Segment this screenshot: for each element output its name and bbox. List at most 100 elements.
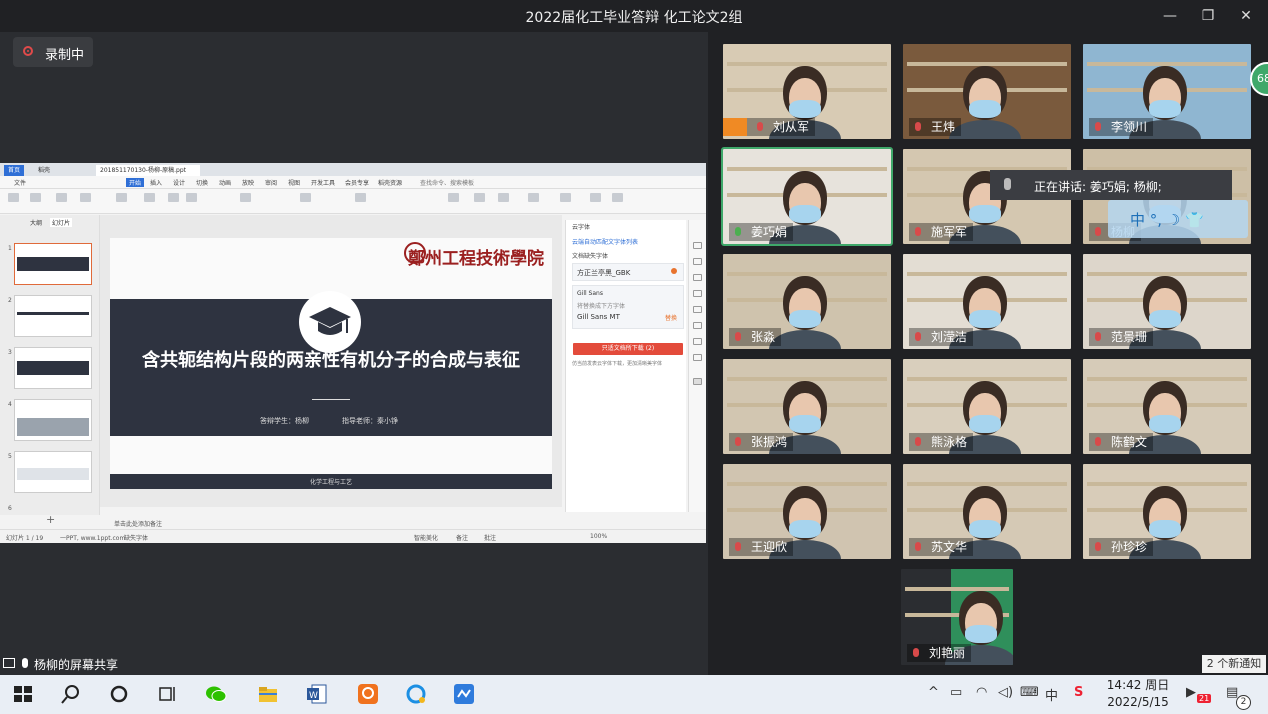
menu-insert[interactable]: 插入	[150, 178, 162, 187]
minimize-button[interactable]: —	[1160, 6, 1180, 26]
participant-video-tile[interactable]: 姜巧娟	[721, 147, 893, 246]
participant-video-tile[interactable]: 刘艳丽	[901, 569, 1013, 665]
chevron-up-icon[interactable]: ^	[928, 685, 939, 700]
file-explorer-icon[interactable]	[257, 683, 279, 705]
participant-video-tile[interactable]: 王迎欣	[723, 464, 891, 559]
participant-video-tile[interactable]: 范景珊	[1083, 254, 1251, 349]
windows-start-icon[interactable]	[12, 683, 34, 705]
menu-file[interactable]: 文件	[14, 178, 26, 187]
pdf-app-icon[interactable]	[357, 683, 379, 705]
participant-video-tile[interactable]: 张振鸿	[723, 359, 891, 454]
panel-subtitle[interactable]: 云端自动匹配文字体列表	[572, 237, 638, 246]
notes-button[interactable]: 备注	[456, 533, 468, 542]
system-clock[interactable]: 14:42 周日 2022/5/15	[1104, 677, 1172, 711]
smart-beautify-button[interactable]: 智能美化	[414, 533, 438, 542]
slide-thumbnail[interactable]	[14, 295, 92, 337]
paragraph-icon[interactable]	[355, 193, 366, 202]
ime-tray-icon[interactable]: 中	[1045, 685, 1058, 704]
missing-font-item[interactable]: Gill Sans 将替换成下方字体 Gill Sans MT 替换	[572, 285, 684, 329]
add-slide-icon[interactable]: +	[46, 513, 55, 526]
command-search[interactable]: 查找命令、搜索模板	[420, 178, 474, 187]
notification-toast[interactable]: 2 个新通知	[1202, 655, 1266, 673]
meeting-app-icon[interactable]	[453, 683, 475, 705]
align-icon[interactable]	[300, 193, 311, 202]
tool-icon[interactable]	[693, 242, 702, 249]
participant-video-tile[interactable]: 苏文华	[903, 464, 1071, 559]
textbox-icon[interactable]	[448, 193, 459, 202]
current-slide[interactable]: 鄭州工程技術學院 含共轭结构片段的两亲性有机分子的合成与表征 答辩学生：杨柳 指…	[110, 238, 552, 489]
participant-video-tile[interactable]: 孙珍珍	[1083, 464, 1251, 559]
restore-button[interactable]: ❐	[1198, 6, 1218, 26]
section-icon[interactable]	[168, 193, 179, 202]
paste-icon[interactable]	[8, 193, 19, 202]
play-icon[interactable]	[80, 193, 91, 202]
slide-thumbnail[interactable]	[14, 399, 92, 441]
panel-tab-slides[interactable]: 幻灯片	[50, 218, 73, 227]
download-fonts-button[interactable]: 只适文档所下载 (2)	[573, 343, 683, 355]
qq-browser-icon[interactable]	[405, 683, 427, 705]
menu-slideshow[interactable]: 放映	[242, 178, 254, 187]
wifi-icon[interactable]: ◠	[976, 685, 987, 700]
menu-start[interactable]: 开始	[126, 178, 145, 187]
slide-thumbnail[interactable]	[14, 347, 92, 389]
menu-member[interactable]: 会员专享	[345, 178, 369, 187]
tab-home[interactable]: 首页	[4, 165, 25, 176]
menu-review[interactable]: 审阅	[265, 178, 277, 187]
menu-view[interactable]: 视图	[288, 178, 300, 187]
tool-icon[interactable]	[693, 306, 702, 313]
new-slide-icon[interactable]	[116, 193, 127, 202]
task-view-icon[interactable]	[156, 683, 178, 705]
shape-icon[interactable]	[474, 193, 485, 202]
replace-link[interactable]: 替换	[665, 313, 677, 322]
comment-button[interactable]: 批注	[484, 533, 496, 542]
keyboard-icon[interactable]: ⌨	[1020, 685, 1039, 700]
screen-share-indicator[interactable]: 杨柳的屏幕共享	[0, 654, 124, 674]
missing-fonts-status[interactable]: 缺失字体	[124, 533, 148, 542]
notes-placeholder[interactable]: 单击此处添加备注	[114, 519, 162, 528]
participant-video-tile[interactable]: 王炜	[903, 44, 1071, 139]
tab-document[interactable]: 201851170130-杨柳-原稿.ppt	[96, 165, 200, 176]
battery-icon[interactable]: ▭	[950, 685, 962, 700]
menu-animation[interactable]: 动画	[219, 178, 231, 187]
arrange-icon[interactable]	[498, 193, 509, 202]
participant-video-tile[interactable]: 刘滢洁	[903, 254, 1071, 349]
menu-docer[interactable]: 稻壳资源	[378, 178, 402, 187]
cut-icon[interactable]	[30, 193, 41, 202]
bold-icon[interactable]	[186, 193, 197, 202]
ime-toolbar[interactable]: 中 °, ☽ 👕	[1108, 200, 1248, 238]
word-icon[interactable]: W	[306, 683, 328, 705]
participant-video-tile[interactable]: 陈鹤文	[1083, 359, 1251, 454]
slide-thumbnail[interactable]	[14, 451, 92, 493]
participant-video-tile[interactable]: 李领川	[1083, 44, 1251, 139]
slide-thumbnail[interactable]	[14, 243, 92, 285]
participant-video-tile[interactable]: 刘从军	[723, 44, 891, 139]
tool-icon[interactable]	[693, 258, 702, 265]
menu-design[interactable]: 设计	[173, 178, 185, 187]
close-button[interactable]: ✕	[1236, 6, 1256, 26]
tab-docer[interactable]: 稻壳	[34, 165, 54, 176]
missing-font-item[interactable]: 方正兰亭黑_GBK	[572, 263, 684, 281]
participant-video-tile[interactable]: 张淼	[723, 254, 891, 349]
sogou-icon[interactable]: S	[1074, 685, 1083, 700]
menu-devtools[interactable]: 开发工具	[311, 178, 335, 187]
tool-icon[interactable]	[693, 290, 702, 297]
cortana-icon[interactable]	[108, 683, 130, 705]
select-icon[interactable]	[612, 193, 623, 202]
layout-icon[interactable]	[144, 193, 155, 202]
text-tool-icon[interactable]	[693, 378, 702, 385]
find-icon[interactable]	[590, 193, 601, 202]
wechat-icon[interactable]	[205, 683, 227, 705]
slideshow-tools-icon[interactable]	[560, 193, 571, 202]
panel-tab-outline[interactable]: 大纲	[30, 218, 42, 227]
volume-icon[interactable]: ◁)	[998, 685, 1013, 700]
participant-video-tile[interactable]: 熊泳格	[903, 359, 1071, 454]
recording-indicator[interactable]: 录制中	[13, 37, 93, 67]
media-icon[interactable]: ▶	[1186, 685, 1196, 700]
font-size-icon[interactable]	[240, 193, 251, 202]
tool-icon[interactable]	[693, 354, 702, 361]
picture-icon[interactable]	[528, 193, 539, 202]
search-icon[interactable]	[60, 683, 82, 705]
format-painter-icon[interactable]	[56, 193, 67, 202]
menu-transition[interactable]: 切换	[196, 178, 208, 187]
tool-icon[interactable]	[693, 274, 702, 281]
